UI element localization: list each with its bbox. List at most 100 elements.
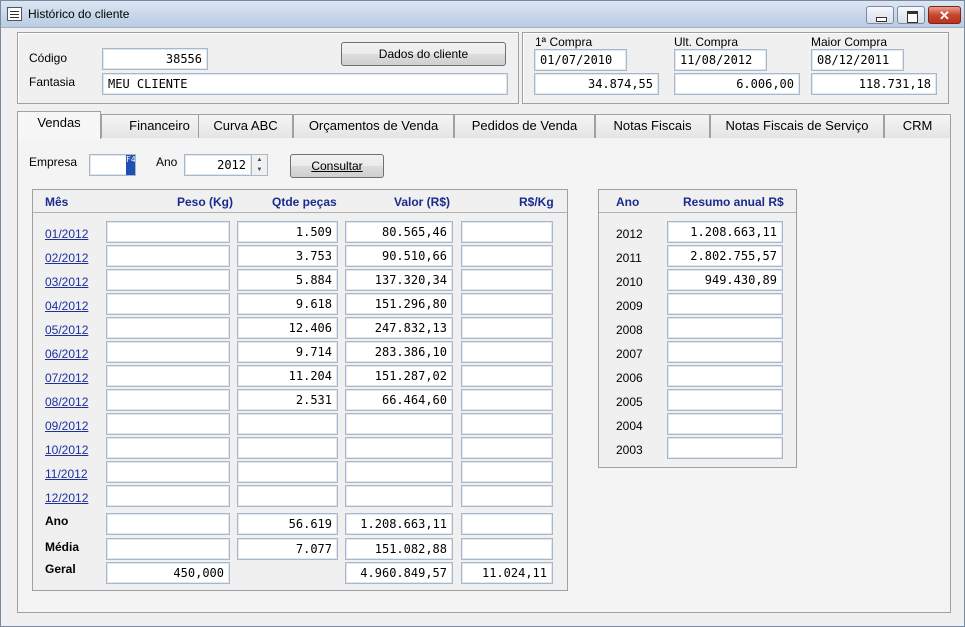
consultar-button[interactable]: Consultar (290, 154, 384, 178)
empresa-field[interactable]: F4 (89, 154, 136, 176)
month-link[interactable]: 08/2012 (45, 395, 88, 409)
month-link[interactable]: 11/2012 (45, 467, 88, 481)
geral-valor[interactable]: 4.960.849,57 (345, 562, 453, 584)
tab-curva-abc[interactable]: Curva ABC (198, 114, 293, 138)
ano-total-peso[interactable] (106, 513, 230, 535)
month-qtde-cell[interactable]: 3.753 (237, 245, 338, 267)
minimize-button[interactable] (866, 6, 894, 24)
month-link[interactable]: 03/2012 (45, 275, 88, 289)
tab-pedidos[interactable]: Pedidos de Venda (454, 114, 595, 138)
month-link[interactable]: 10/2012 (45, 443, 88, 457)
month-peso-cell[interactable] (106, 413, 230, 435)
month-valor-cell[interactable]: 80.565,46 (345, 221, 453, 243)
month-peso-cell[interactable] (106, 365, 230, 387)
month-peso-cell[interactable] (106, 461, 230, 483)
maior-compra-date[interactable]: 08/12/2011 (811, 49, 904, 71)
month-valor-cell[interactable]: 151.296,80 (345, 293, 453, 315)
year-total-cell[interactable] (667, 437, 783, 459)
month-peso-cell[interactable] (106, 389, 230, 411)
month-rkg-cell[interactable] (461, 437, 553, 459)
tab-crm[interactable]: CRM (884, 114, 951, 138)
month-peso-cell[interactable] (106, 245, 230, 267)
month-qtde-cell[interactable]: 12.406 (237, 317, 338, 339)
month-rkg-cell[interactable] (461, 461, 553, 483)
month-valor-cell[interactable] (345, 437, 453, 459)
month-peso-cell[interactable] (106, 341, 230, 363)
month-link[interactable]: 09/2012 (45, 419, 88, 433)
month-valor-cell[interactable]: 283.386,10 (345, 341, 453, 363)
spin-up-icon[interactable]: ▲ (252, 155, 267, 165)
month-qtde-cell[interactable]: 11.204 (237, 365, 338, 387)
month-qtde-cell[interactable] (237, 413, 338, 435)
month-rkg-cell[interactable] (461, 413, 553, 435)
primeira-compra-date[interactable]: 01/07/2010 (534, 49, 627, 71)
fantasia-field[interactable]: MEU CLIENTE (102, 73, 508, 95)
month-qtde-cell[interactable]: 1.509 (237, 221, 338, 243)
month-link[interactable]: 01/2012 (45, 227, 88, 241)
month-valor-cell[interactable]: 247.832,13 (345, 317, 453, 339)
month-peso-cell[interactable] (106, 485, 230, 507)
month-link[interactable]: 06/2012 (45, 347, 88, 361)
month-peso-cell[interactable] (106, 317, 230, 339)
year-total-cell[interactable] (667, 317, 783, 339)
primeira-compra-value[interactable]: 34.874,55 (534, 73, 659, 95)
month-valor-cell[interactable]: 66.464,60 (345, 389, 453, 411)
month-rkg-cell[interactable] (461, 293, 553, 315)
ano-total-qtde[interactable]: 56.619 (237, 513, 338, 535)
month-qtde-cell[interactable] (237, 437, 338, 459)
geral-rkg[interactable]: 11.024,11 (461, 562, 553, 584)
media-valor[interactable]: 151.082,88 (345, 538, 453, 560)
month-rkg-cell[interactable] (461, 485, 553, 507)
geral-peso[interactable]: 450,000 (106, 562, 230, 584)
month-rkg-cell[interactable] (461, 269, 553, 291)
media-qtde[interactable]: 7.077 (237, 538, 338, 560)
month-qtde-cell[interactable] (237, 461, 338, 483)
month-valor-cell[interactable]: 137.320,34 (345, 269, 453, 291)
tab-orcamentos[interactable]: Orçamentos de Venda (293, 114, 454, 138)
month-valor-cell[interactable]: 151.287,02 (345, 365, 453, 387)
month-valor-cell[interactable]: 90.510,66 (345, 245, 453, 267)
month-valor-cell[interactable] (345, 413, 453, 435)
ano-spinner[interactable]: ▲ ▼ (251, 154, 268, 176)
month-peso-cell[interactable] (106, 269, 230, 291)
month-link[interactable]: 12/2012 (45, 491, 88, 505)
tab-notas-fiscais[interactable]: Notas Fiscais (595, 114, 710, 138)
month-rkg-cell[interactable] (461, 341, 553, 363)
ultima-compra-value[interactable]: 6.006,00 (674, 73, 800, 95)
month-link[interactable]: 02/2012 (45, 251, 88, 265)
ano-field[interactable]: 2012 (184, 154, 252, 176)
year-total-cell[interactable] (667, 341, 783, 363)
month-rkg-cell[interactable] (461, 245, 553, 267)
spin-down-icon[interactable]: ▼ (252, 165, 267, 175)
month-link[interactable]: 05/2012 (45, 323, 88, 337)
month-peso-cell[interactable] (106, 293, 230, 315)
year-total-cell[interactable]: 949.430,89 (667, 269, 783, 291)
month-valor-cell[interactable] (345, 485, 453, 507)
codigo-field[interactable]: 38556 (102, 48, 208, 70)
ultima-compra-date[interactable]: 11/08/2012 (674, 49, 767, 71)
maximize-button[interactable] (897, 6, 925, 24)
media-peso[interactable] (106, 538, 230, 560)
month-qtde-cell[interactable]: 5.884 (237, 269, 338, 291)
month-rkg-cell[interactable] (461, 221, 553, 243)
title-bar[interactable]: Histórico do cliente (1, 1, 964, 28)
month-qtde-cell[interactable] (237, 485, 338, 507)
month-peso-cell[interactable] (106, 437, 230, 459)
year-total-cell[interactable] (667, 293, 783, 315)
month-peso-cell[interactable] (106, 221, 230, 243)
year-total-cell[interactable]: 1.208.663,11 (667, 221, 783, 243)
ano-total-valor[interactable]: 1.208.663,11 (345, 513, 453, 535)
dados-cliente-button[interactable]: Dados do cliente (341, 42, 506, 66)
year-total-cell[interactable] (667, 365, 783, 387)
month-link[interactable]: 04/2012 (45, 299, 88, 313)
tab-notas-servico[interactable]: Notas Fiscais de Serviço (710, 114, 884, 138)
ano-total-rkg[interactable] (461, 513, 553, 535)
month-rkg-cell[interactable] (461, 317, 553, 339)
year-total-cell[interactable] (667, 413, 783, 435)
month-qtde-cell[interactable]: 2.531 (237, 389, 338, 411)
tab-vendas[interactable]: Vendas (17, 111, 101, 139)
month-rkg-cell[interactable] (461, 365, 553, 387)
month-link[interactable]: 07/2012 (45, 371, 88, 385)
year-total-cell[interactable] (667, 389, 783, 411)
media-rkg[interactable] (461, 538, 553, 560)
